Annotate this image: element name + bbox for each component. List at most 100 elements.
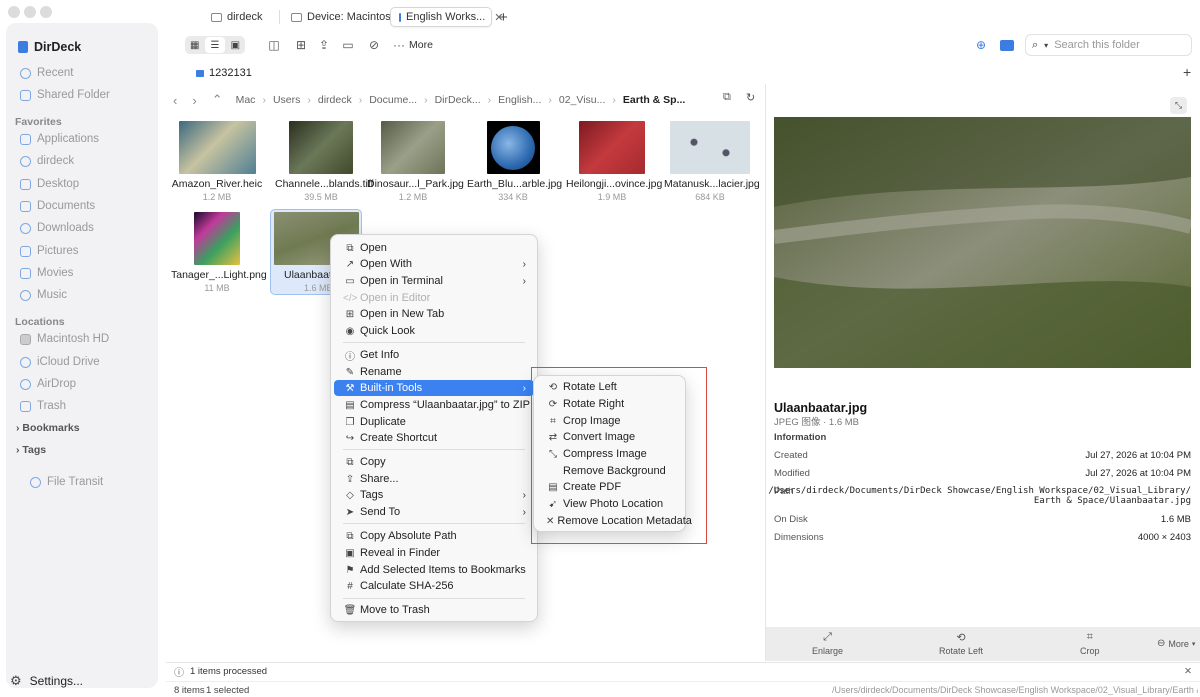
sidebar-item-pictures[interactable]: Pictures (20, 243, 79, 259)
file-item[interactable]: Channele...blands.tiff 39.5 MB (275, 121, 373, 202)
tab-dirdeck[interactable]: dirdeck (203, 7, 270, 27)
menu-item-add-to-bookmarks[interactable]: ⚑ Add Selected Items to Bookmarks (334, 562, 534, 578)
menu-item-share[interactable]: ⇪ Share... (334, 471, 534, 487)
menu-item-open-in-new-tab[interactable]: ⊞ Open in New Tab (334, 306, 534, 322)
menu-item-send-to[interactable]: ➤ Send To › (334, 504, 534, 520)
menu-item-copy[interactable]: ⧉ Copy (334, 454, 534, 470)
menu-item-move-to-trash[interactable]: 🗑 Move to Trash (334, 602, 534, 618)
sidebar-item-movies[interactable]: Movies (20, 265, 73, 281)
menu-item-copy-absolute-path[interactable]: ⧉ Copy Absolute Path (334, 528, 534, 544)
search-icon: ⌕ (1032, 38, 1039, 51)
new-tab-button[interactable]: + (499, 9, 508, 26)
enlarge-icon: ⤢ (823, 631, 832, 643)
sidebar-item-documents[interactable]: Documents (20, 198, 95, 214)
bookmark-icon: ⚑ (345, 564, 355, 576)
crumb-current[interactable]: Earth & Sp... (623, 94, 685, 106)
list-view-icon[interactable]: ☰ (205, 37, 225, 53)
sidebar-item-label: iCloud Drive (37, 356, 100, 368)
minimize-window-button[interactable] (24, 6, 36, 18)
crumb[interactable]: Docume... (369, 94, 417, 106)
menu-item-calculate-sha256[interactable]: # Calculate SHA-256 (334, 578, 534, 594)
menu-item-built-in-tools[interactable]: ⚒ Built-in Tools › (334, 380, 534, 396)
eye-icon: ◉ (345, 325, 355, 337)
file-size: 1.2 MB (202, 192, 232, 202)
file-item[interactable]: Earth_Blu...arble.jpg 334 KB (467, 121, 562, 202)
disk-icon (20, 333, 31, 345)
parent-folder-icon[interactable]: ⌃ (212, 92, 223, 108)
menu-item-quick-look[interactable]: ◉ Quick Look (334, 323, 534, 339)
sidebar-item-downloads[interactable]: Downloads (20, 220, 94, 236)
file-item[interactable]: Heilongji...ovince.jpg 1.9 MB (566, 121, 662, 202)
file-item[interactable]: Dinosaur...l_Park.jpg 1.2 MB (367, 121, 464, 202)
tags-section[interactable]: › Tags (16, 444, 46, 456)
expand-icon[interactable]: ⤡ (1170, 97, 1187, 114)
more-button[interactable]: ··· More (393, 36, 433, 54)
menu-item-open-with[interactable]: ↗ Open With › (334, 256, 534, 272)
menu-item-duplicate[interactable]: ❐ Duplicate (334, 414, 534, 430)
sidebar-item-macintosh-hd[interactable]: Macintosh HD (20, 331, 109, 347)
menu-item-open-in-terminal[interactable]: ▭ Open in Terminal › (334, 273, 534, 289)
copy-icon: ⧉ (346, 456, 354, 468)
file-item[interactable]: Tanager_...Light.png 11 MB (171, 212, 267, 293)
sidebar-item-trash[interactable]: Trash (20, 398, 66, 414)
share-button[interactable]: ⇪ (316, 36, 332, 54)
menu-item-tags[interactable]: ◇ Tags › (334, 487, 534, 503)
crumb[interactable]: Mac (236, 94, 256, 106)
link-button[interactable]: ⊘ (366, 36, 382, 54)
crop-icon: ⌗ (1086, 631, 1093, 643)
sidebar-item-label: dirdeck (37, 155, 75, 167)
search-field[interactable]: ⌕ ▾ Search this folder (1025, 34, 1192, 56)
sidebar-item-dirdeck[interactable]: dirdeck (20, 153, 74, 169)
refresh-icon[interactable]: ↻ (746, 91, 755, 104)
crumb[interactable]: Users (273, 94, 300, 106)
sidebar-item-file-transit[interactable]: File Transit (30, 474, 103, 490)
dismiss-icon[interactable]: ✕ (1184, 666, 1192, 677)
more-actions-button[interactable]: ⊖ More ▾ (1157, 638, 1195, 649)
menu-item-create-shortcut[interactable]: ↪ Create Shortcut (334, 430, 534, 446)
view-mode-segmented: ▦ ☰ ▣ (185, 36, 245, 54)
add-folder-tab-button[interactable]: + (1183, 64, 1191, 80)
menu-item-rename[interactable]: ✎ Rename (334, 364, 534, 380)
settings-button[interactable]: ⚙ Settings... (10, 673, 83, 689)
home-icon (20, 155, 31, 167)
forward-icon[interactable]: › (192, 93, 196, 108)
menu-item-reveal-in-finder[interactable]: ▣ Reveal in Finder (334, 545, 534, 561)
file-size: 1.9 MB (597, 192, 627, 202)
crumb[interactable]: dirdeck (318, 94, 352, 106)
network-button[interactable]: ⊕ (972, 36, 990, 54)
enlarge-button[interactable]: ⤢ Enlarge (812, 631, 843, 656)
crop-button[interactable]: ⌗ Crop (1080, 631, 1100, 656)
menu-item-open[interactable]: ⧉ Open (334, 240, 534, 256)
crumb[interactable]: DirDeck... (435, 94, 481, 106)
menu-item-get-info[interactable]: ⓘ Get Info (334, 347, 534, 363)
close-window-button[interactable] (8, 6, 20, 18)
sidebar-item-airdrop[interactable]: AirDrop (20, 376, 76, 392)
menu-item-compress-zip[interactable]: ▤ Compress “Ulaanbaatar.jpg” to ZIP (334, 397, 534, 413)
sidebar-item-applications[interactable]: Applications (20, 131, 99, 147)
movie-icon (20, 267, 31, 279)
sidebar-item-recent[interactable]: Recent (20, 65, 73, 81)
file-item[interactable]: Amazon_River.heic 1.2 MB (171, 121, 263, 202)
file-item[interactable]: Matanusk...lacier.jpg 684 KB (664, 121, 760, 202)
gallery-view-icon[interactable]: ▣ (226, 36, 245, 54)
sidebar-item-shared-folder[interactable]: Shared Folder (20, 87, 110, 103)
menu-separator (343, 449, 525, 450)
grid-view-icon[interactable]: ▦ (185, 36, 204, 54)
file-name: Amazon_River.heic (171, 178, 263, 190)
crumb[interactable]: 02_Visu... (559, 94, 606, 106)
back-icon[interactable]: ‹ (173, 93, 177, 108)
split-view-button[interactable]: ◫ (266, 36, 282, 54)
rotate-left-button[interactable]: ⟲ Rotate Left (939, 631, 983, 656)
preview-panel-toggle[interactable] (998, 36, 1016, 54)
folder-tab[interactable]: 1232131 (196, 67, 252, 79)
new-folder-button[interactable]: ⊞ (293, 36, 309, 54)
sidebar-item-music[interactable]: Music (20, 287, 67, 303)
bookmarks-section[interactable]: › Bookmarks (16, 422, 80, 434)
terminal-button[interactable]: ▭ (340, 36, 356, 54)
sidebar-item-icloud-drive[interactable]: iCloud Drive (20, 354, 100, 370)
copy-path-icon[interactable]: ⧉ (723, 91, 731, 104)
sidebar-item-desktop[interactable]: Desktop (20, 176, 79, 192)
crumb[interactable]: English... (498, 94, 541, 106)
tab-english-workspace[interactable]: English Works... ✕ (390, 7, 504, 27)
zoom-window-button[interactable] (40, 6, 52, 18)
